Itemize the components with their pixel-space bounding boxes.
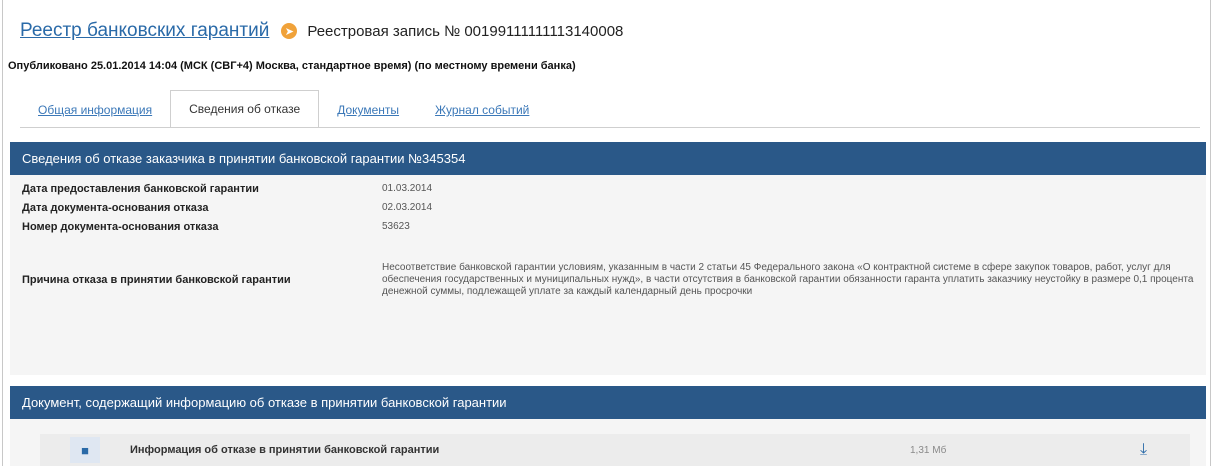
breadcrumb: Реестр банковских гарантий ➤ Реестровая … (20, 20, 623, 42)
page-right-border (1210, 0, 1211, 466)
document-title: Информация об отказе в принятии банковск… (130, 444, 440, 456)
document-icon: ■ (70, 437, 100, 463)
chevron-right-icon: ➤ (281, 23, 298, 39)
field-label: Дата предоставления банковской гарантии (22, 182, 259, 195)
tab-documents[interactable]: Документы (319, 94, 417, 127)
refusal-info-panel: Сведения об отказе заказчика в принятии … (10, 142, 1206, 375)
refusal-fields-table: Дата предоставления банковской гарантии … (18, 179, 1198, 324)
field-value: 01.03.2014 (382, 183, 433, 194)
field-label: Дата документа-основания отказа (22, 201, 209, 214)
published-info: Опубликовано 25.01.2014 14:04 (МСК (СВГ+… (8, 60, 576, 72)
field-row: Номер документа-основания отказа 53623 (18, 217, 1198, 236)
download-icon[interactable]: ⤓ (1140, 441, 1147, 459)
field-value: Несоответствие банковской гарантии услов… (382, 262, 1194, 297)
tab-general-info[interactable]: Общая информация (20, 94, 170, 127)
refusal-panel-title: Сведения об отказе заказчика в принятии … (10, 142, 1206, 175)
field-value: 02.03.2014 (382, 202, 433, 213)
tab-divider (20, 127, 1200, 128)
page-left-border (2, 0, 3, 466)
field-value: 53623 (382, 221, 410, 232)
field-row: Дата предоставления банковской гарантии … (18, 179, 1198, 198)
breadcrumb-current-record: Реестровая запись № 00199111111113140008 (307, 22, 624, 40)
field-label: Причина отказа в принятии банковской гар… (22, 274, 291, 286)
tab-event-log[interactable]: Журнал событий (417, 94, 547, 127)
field-row: Причина отказа в принятии банковской гар… (18, 236, 1198, 324)
document-panel: Документ, содержащий информацию об отказ… (10, 386, 1206, 466)
field-row: Дата документа-основания отказа 02.03.20… (18, 198, 1198, 217)
document-size: 1,31 Мб (910, 444, 947, 456)
breadcrumb-registry-link[interactable]: Реестр банковских гарантий (20, 20, 269, 42)
tab-refusal-info[interactable]: Сведения об отказе (170, 90, 320, 127)
document-row: ■ Информация об отказе в принятии банков… (40, 434, 1190, 466)
field-label: Номер документа-основания отказа (22, 220, 219, 233)
tab-bar: Общая информация Сведения об отказе Доку… (20, 90, 547, 127)
document-panel-title: Документ, содержащий информацию об отказ… (10, 386, 1206, 419)
